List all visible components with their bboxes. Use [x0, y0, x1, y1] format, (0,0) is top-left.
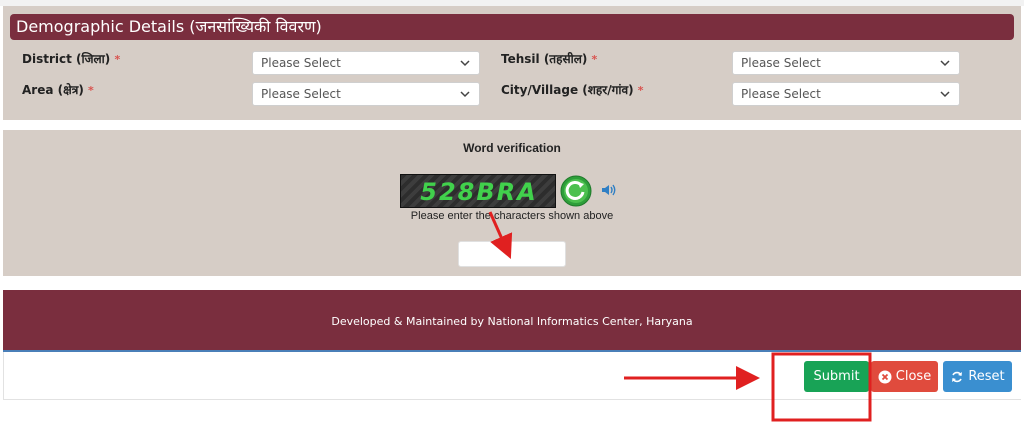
- close-button-label: Close: [895, 369, 932, 384]
- city-village-label: City/Village (शहर/गांव) *: [501, 83, 644, 98]
- verification-title: Word verification: [463, 141, 561, 155]
- captcha-text: 528BRA: [420, 178, 538, 206]
- area-select[interactable]: Please Select: [252, 82, 480, 106]
- tehsil-label-text: Tehsil (तहसील): [501, 52, 588, 66]
- district-select-value: Please Select: [261, 56, 341, 70]
- area-select-value: Please Select: [261, 87, 341, 101]
- section-gap: [0, 120, 1024, 130]
- refresh-icon[interactable]: [560, 175, 592, 207]
- captcha-input[interactable]: [458, 241, 566, 267]
- chevron-down-icon: [460, 91, 470, 98]
- district-label-text: District (जिला): [22, 52, 111, 66]
- reset-button[interactable]: Reset: [943, 361, 1012, 392]
- speaker-icon[interactable]: [600, 182, 618, 198]
- close-button[interactable]: Close: [871, 361, 938, 392]
- tehsil-label: Tehsil (तहसील) *: [501, 52, 597, 67]
- required-marker: *: [88, 84, 94, 97]
- city-village-label-text: City/Village (शहर/गांव): [501, 83, 634, 97]
- chevron-down-icon: [940, 60, 950, 67]
- verification-hint: Please enter the characters shown above: [410, 210, 614, 222]
- submit-button[interactable]: Submit: [804, 361, 869, 392]
- captcha-image: 528BRA: [400, 174, 556, 208]
- city-village-select-value: Please Select: [741, 87, 821, 101]
- required-marker: *: [637, 84, 644, 97]
- city-village-select[interactable]: Please Select: [732, 82, 960, 106]
- section-gap: [0, 276, 1024, 290]
- times-circle-icon: [878, 370, 892, 383]
- district-label: District (जिला) *: [22, 52, 120, 67]
- chevron-down-icon: [940, 91, 950, 98]
- reset-button-label: Reset: [968, 369, 1005, 384]
- tehsil-select-value: Please Select: [741, 56, 821, 70]
- submit-button-label: Submit: [813, 369, 860, 384]
- refresh-icon: [952, 371, 963, 382]
- required-marker: *: [114, 53, 121, 66]
- required-marker: *: [591, 53, 598, 66]
- area-label: Area (क्षेत्र) *: [22, 83, 94, 98]
- demographic-title: Demographic Details (जनसांख्यिकी विवरण): [16, 17, 322, 36]
- tehsil-select[interactable]: Please Select: [732, 51, 960, 75]
- footer-text: Developed & Maintained by National Infor…: [331, 314, 693, 328]
- chevron-down-icon: [460, 60, 470, 67]
- district-select[interactable]: Please Select: [252, 51, 480, 75]
- area-label-text: Area (क्षेत्र): [22, 83, 84, 97]
